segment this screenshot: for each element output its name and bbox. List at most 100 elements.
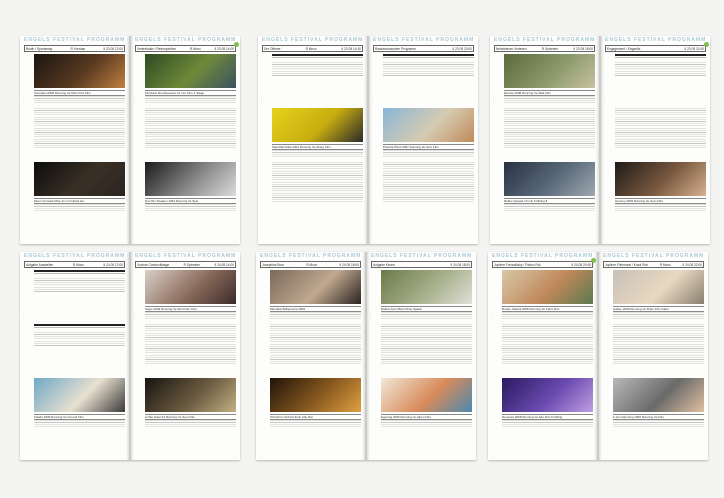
body-text <box>613 420 704 428</box>
header-right: II 23.05 14:30 <box>341 46 362 51</box>
body-text <box>502 324 593 364</box>
program-page: ENGELS FESTIVAL PROGRAMM Booth / Sportsma… <box>20 36 129 244</box>
listing-bar <box>383 54 474 60</box>
program-header: Aufgabe Ausstellen R Movo II 24.05 12:00 <box>24 261 125 268</box>
spreads-grid: ENGELS FESTIVAL PROGRAMM Booth / Sportsma… <box>0 0 724 498</box>
page-gutter-shadow <box>594 252 597 460</box>
bar-dark <box>383 54 474 57</box>
margin-marks: · · · <box>370 311 372 322</box>
festival-logo: ENGELS FESTIVAL PROGRAMM <box>262 37 363 43</box>
program-page: ENGELS FESTIVAL PROGRAMM Ventrekdaln / Re… <box>131 36 240 244</box>
body-text <box>145 204 236 212</box>
body-text <box>34 278 125 292</box>
bar-dark <box>615 54 706 57</box>
program-page: ENGELS FESTIVAL PROGRAMM Nebelsteuer Vorl… <box>490 36 599 244</box>
header-left: Ventrekdaln / Retrospektive <box>137 46 176 51</box>
body-text <box>270 312 361 320</box>
header-mid: R Movo <box>305 46 317 51</box>
header-left: Der Offener <box>264 46 281 51</box>
margin-marks: · · · <box>602 311 604 322</box>
film-still <box>502 270 593 304</box>
header-mid: R Sylvester <box>541 46 559 51</box>
film-still <box>270 270 361 304</box>
film-still <box>270 378 361 412</box>
festival-logo: ENGELS FESTIVAL PROGRAMM <box>24 37 125 43</box>
body-text <box>34 96 125 104</box>
film-still <box>613 378 704 412</box>
program-page: ENGELS FESTIVAL PROGRAMM Josephine Boor R … <box>256 252 365 460</box>
body-text <box>504 108 595 148</box>
festival-logo: ENGELS FESTIVAL PROGRAMM <box>603 253 704 259</box>
header-right: II 23.05 21:00 <box>684 46 704 51</box>
film-still <box>381 378 472 412</box>
body-text <box>34 420 125 428</box>
body-text <box>504 96 595 104</box>
header-mid: R Movo <box>659 262 671 267</box>
body-text <box>613 312 704 320</box>
spread-3: ENGELS FESTIVAL PROGRAMM Nebelsteuer Vorl… <box>490 36 710 244</box>
header-mid: R Yverdan <box>70 46 86 51</box>
body-text <box>383 150 474 158</box>
margin-marks: · · · <box>23 95 25 106</box>
page-gutter-shadow <box>126 252 129 460</box>
page-gutter-shadow <box>362 252 365 460</box>
body-text <box>615 204 706 212</box>
body-text <box>34 204 125 212</box>
film-still <box>145 270 236 304</box>
bar-line <box>272 56 363 58</box>
program-header: Aufgabe Keune II 24.05 18:00 <box>371 261 472 268</box>
body-text <box>145 420 236 428</box>
program-page: ENGELS FESTIVAL PROGRAMM Jopliner Freundl… <box>488 252 597 460</box>
header-right: II 24.05 14:00 <box>214 262 235 267</box>
margin-marks: · · · <box>134 95 136 106</box>
body-text <box>381 420 472 428</box>
program-page: ENGELS FESTIVAL PROGRAMM Engagement / Eng… <box>601 36 710 244</box>
program-header: Jopliner Freundlichy / Fiction Fuk II 24.… <box>492 261 593 268</box>
header-left: Vuchan Contructiktage <box>137 262 170 267</box>
program-page: ENGELS FESTIVAL PROGRAMM Vuchan Contructi… <box>131 252 240 460</box>
body-text <box>615 62 706 76</box>
festival-logo: ENGELS FESTIVAL PROGRAMM <box>605 37 706 43</box>
header-left: Jopliner Freundlichy / Fiction Fuk <box>494 262 541 267</box>
page-gutter-shadow <box>601 36 604 244</box>
body-text <box>381 324 472 364</box>
header-mid: R Movo <box>306 262 318 267</box>
film-still <box>34 378 125 412</box>
body-text <box>383 162 474 202</box>
spread-5: ENGELS FESTIVAL PROGRAMM Josephine Boor R … <box>256 252 476 460</box>
program-page: ENGELS FESTIVAL PROGRAMM Rassismussanten … <box>369 36 478 244</box>
festival-logo: ENGELS FESTIVAL PROGRAMM <box>494 37 595 43</box>
bar-dark <box>34 270 125 273</box>
body-text <box>272 162 363 202</box>
body-text <box>34 108 125 148</box>
program-header: Vuchan Contructiktage R Sylvester II 24.05… <box>135 261 236 268</box>
header-right: II 24.05 16:00 <box>339 262 359 267</box>
spread-4: ENGELS FESTIVAL PROGRAMM Aufgabe Ausstell… <box>20 252 240 460</box>
header-left: Engagement / Engardis <box>607 46 641 51</box>
margin-marks: · · · <box>23 311 25 322</box>
film-still <box>272 108 363 142</box>
header-right: II 23.05 12:00 <box>103 46 124 51</box>
film-still <box>504 162 595 196</box>
header-right: II 23.05 18:00 <box>573 46 594 51</box>
program-header: Rassismussanten Programm II 23.05 20:00 <box>373 45 474 52</box>
header-right: II 24.05 22:00 <box>682 262 703 267</box>
spread-6: ENGELS FESTIVAL PROGRAMM Jopliner Freundl… <box>488 252 708 460</box>
page-gutter-shadow <box>596 36 599 244</box>
body-text <box>145 96 236 104</box>
body-text <box>272 62 363 76</box>
header-left: Rassismussanten Programm <box>375 46 416 51</box>
header-left: Aufgabe Keune <box>373 262 395 267</box>
page-gutter-shadow <box>369 36 372 244</box>
film-still <box>613 270 704 304</box>
header-left: Nebelsteuer Vorlesen <box>496 46 527 51</box>
header-right: II 24.05 12:00 <box>103 262 124 267</box>
header-mid: R Sylvester <box>183 262 200 267</box>
program-header: Engagement / Engardis II 23.05 21:00 <box>605 45 706 52</box>
program-header: Ventrekdaln / Retrospektive R Movo II 23.0… <box>135 45 236 52</box>
body-text <box>613 324 704 364</box>
body-text <box>615 108 706 148</box>
page-gutter-shadow <box>599 252 602 460</box>
program-page: ENGELS FESTIVAL PROGRAMM Jopliner Filmmor… <box>599 252 708 460</box>
body-text <box>504 204 595 212</box>
